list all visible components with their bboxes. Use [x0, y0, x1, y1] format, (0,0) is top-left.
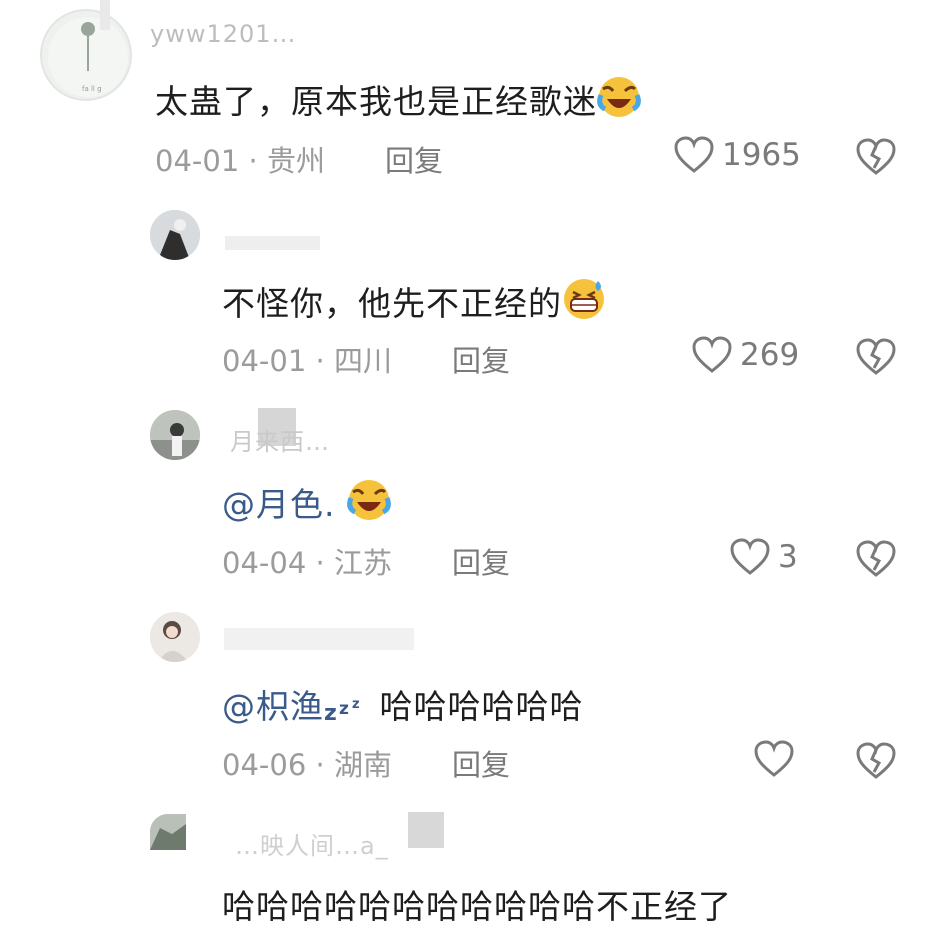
comment-meta: 04-06 · 湖南: [222, 742, 392, 784]
reply-button[interactable]: 回复: [452, 540, 510, 582]
separator: ·: [315, 546, 325, 580]
svg-text:fa ll g: fa ll g: [82, 85, 102, 93]
grin-sweat-emoji-icon: [564, 279, 604, 319]
comment-meta: 04-04 · 江苏: [222, 540, 392, 582]
separator: ·: [248, 144, 258, 178]
comment-meta: 04-01 · 贵州: [155, 138, 325, 180]
comment-date: 04-01: [222, 344, 307, 378]
like-button[interactable]: 3: [730, 538, 798, 576]
username-redaction: [408, 812, 444, 848]
avatar[interactable]: fa ll g: [40, 9, 132, 101]
username[interactable]: yww1201…: [150, 20, 297, 48]
username-redaction: [224, 628, 414, 650]
reply-button[interactable]: 回复: [385, 138, 443, 180]
comment-location: 湖南: [333, 748, 392, 782]
broken-heart-icon: [856, 138, 896, 175]
reply-button[interactable]: 回复: [452, 742, 510, 784]
comment-date: 04-06: [222, 748, 307, 782]
broken-heart-icon: [856, 742, 896, 779]
heart-icon: [754, 740, 794, 777]
comment-text: 太蛊了，原本我也是正经歌迷: [155, 75, 641, 123]
heart-icon: [730, 538, 770, 575]
separator: ·: [315, 748, 325, 782]
heart-icon: [692, 336, 732, 373]
like-count: 1965: [722, 137, 801, 173]
avatar-image: [150, 410, 200, 460]
laugh-cry-emoji-icon: [597, 77, 641, 117]
comment-body: 太蛊了，原本我也是正经歌迷: [155, 82, 597, 121]
mention-link[interactable]: @月色.: [222, 485, 336, 524]
like-count: 269: [740, 337, 800, 373]
dislike-button[interactable]: [856, 742, 896, 784]
avatar-image: [150, 612, 200, 662]
like-button[interactable]: 1965: [674, 136, 801, 174]
comment-text: 哈哈哈哈哈哈哈哈哈哈哈不正经了: [222, 887, 732, 926]
comment-meta: 04-01 · 四川: [222, 338, 392, 380]
like-count: 3: [778, 539, 798, 575]
avatar-image: fa ll g: [48, 17, 128, 97]
username-redaction: [225, 236, 320, 250]
svg-text:z: z: [339, 699, 350, 719]
svg-text:z: z: [352, 697, 361, 712]
username-redaction: [100, 0, 110, 30]
svg-text:z: z: [324, 701, 338, 722]
comment-date: 04-04: [222, 546, 307, 580]
reply-button[interactable]: 回复: [452, 338, 510, 380]
comment-body: 哈哈哈哈哈哈: [379, 687, 584, 726]
zzz-emoji-icon: zzz: [324, 697, 361, 726]
avatar-image: [150, 814, 186, 850]
like-button[interactable]: 269: [692, 336, 799, 374]
comment-date: 04-01: [155, 144, 240, 178]
comment-text: @枳渔 z z z 哈哈哈哈哈哈: [222, 680, 584, 728]
like-button[interactable]: [754, 740, 794, 778]
comment-location: 江苏: [333, 546, 392, 580]
avatar[interactable]: [150, 210, 200, 260]
dislike-button[interactable]: [856, 138, 896, 180]
broken-heart-icon: [856, 540, 896, 577]
heart-icon: [674, 136, 714, 173]
laugh-cry-emoji-icon: [347, 480, 391, 520]
comment-text: 不怪你，他先不正经的: [222, 277, 606, 325]
avatar[interactable]: [150, 612, 200, 662]
broken-heart-icon: [856, 338, 896, 375]
dislike-button[interactable]: [856, 540, 896, 582]
dislike-button[interactable]: [856, 338, 896, 380]
avatar[interactable]: [150, 814, 186, 850]
comment-body: 不怪你，他先不正经的: [222, 284, 562, 323]
mention-link[interactable]: @枳渔: [222, 687, 324, 726]
avatar-image: [150, 210, 200, 260]
comment-location: 贵州: [266, 144, 325, 178]
comment-text: @月色.: [222, 478, 391, 526]
username[interactable]: 月来西…: [230, 422, 330, 457]
separator: ·: [315, 344, 325, 378]
avatar[interactable]: [150, 410, 200, 460]
comment-location: 四川: [333, 344, 392, 378]
username[interactable]: …映人间…a_: [235, 826, 389, 861]
